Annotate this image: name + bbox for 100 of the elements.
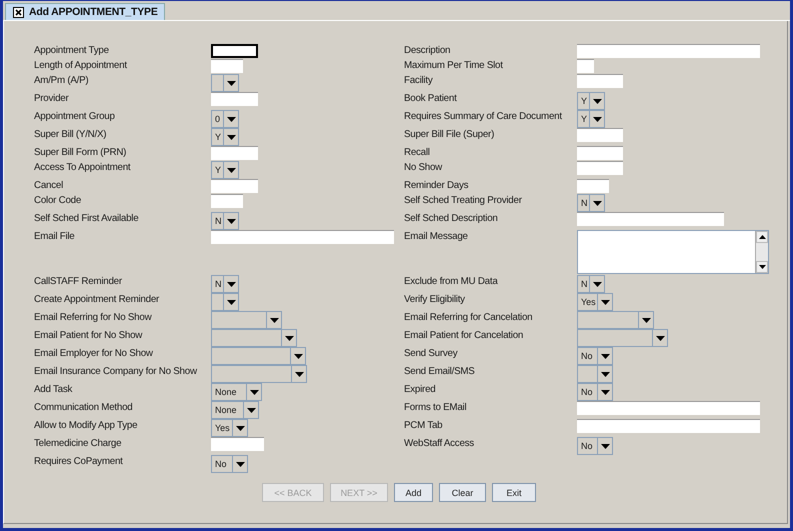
text-field[interactable] [577, 419, 760, 433]
dropdown[interactable]: N [211, 275, 239, 293]
field-label: Appointment Group [34, 110, 115, 123]
dropdown[interactable]: Y [577, 110, 605, 128]
caret-icon[interactable] [226, 282, 236, 286]
dropdown[interactable]: No [577, 383, 613, 401]
caret-icon[interactable] [600, 300, 610, 304]
field-label: Communication Method [34, 401, 132, 414]
field-label: WebStaff Access [404, 437, 474, 450]
text-field[interactable] [211, 437, 264, 451]
close-icon[interactable] [13, 6, 24, 18]
text-field[interactable] [211, 230, 394, 244]
caret-icon[interactable] [270, 318, 278, 322]
field-label: Email Patient for No Show [34, 329, 142, 342]
caret-icon[interactable] [642, 318, 650, 322]
caret-icon[interactable] [600, 372, 610, 376]
dropdown[interactable]: No [577, 347, 613, 365]
field-label: Email Referring for Cancelation [404, 311, 532, 324]
dropdown[interactable]: N [577, 275, 605, 293]
action-button[interactable]: Add [394, 483, 433, 502]
caret-icon[interactable] [592, 282, 602, 286]
caret-icon[interactable] [284, 336, 294, 340]
caret-icon[interactable] [600, 444, 610, 448]
dropdown[interactable] [211, 293, 239, 311]
text-field[interactable] [211, 146, 258, 160]
field-label: Send Survey [404, 347, 458, 360]
dropdown[interactable]: No [577, 437, 613, 455]
text-field[interactable] [577, 146, 623, 160]
field-label: Reminder Days [404, 179, 468, 192]
text-field[interactable] [577, 161, 623, 175]
caret-icon[interactable] [226, 168, 236, 172]
dropdown[interactable]: Y [211, 161, 239, 179]
text-field[interactable] [577, 212, 724, 226]
field-label: Verify Eligibility [404, 293, 465, 306]
caret-icon[interactable] [600, 354, 610, 358]
field-label: Maximum Per Time Slot [404, 59, 503, 72]
dropdown[interactable]: Y [577, 92, 605, 110]
field-label: Expired [404, 383, 436, 396]
scroll-up-icon[interactable] [758, 235, 766, 239]
caret-icon[interactable] [236, 426, 244, 430]
action-button[interactable]: Exit [492, 483, 536, 502]
caret-icon[interactable] [236, 462, 244, 466]
text-field[interactable] [577, 59, 594, 73]
caret-icon[interactable] [226, 116, 236, 122]
field-label: Forms to EMail [404, 401, 466, 414]
caret-icon[interactable] [226, 80, 236, 86]
field-label: Email Insurance Company for No Show [34, 365, 197, 378]
dropdown[interactable]: 0 [211, 110, 239, 128]
scrollbar[interactable] [755, 231, 768, 273]
window-tab[interactable]: Add APPOINTMENT_TYPE [5, 3, 165, 20]
caret-icon[interactable] [294, 354, 302, 358]
dropdown[interactable] [577, 365, 613, 383]
field-label: Email File [34, 230, 75, 243]
field-label: Self Sched First Available [34, 212, 138, 225]
text-field[interactable] [577, 401, 760, 415]
dropdown[interactable] [211, 74, 239, 92]
dropdown[interactable]: Yes [577, 293, 613, 311]
field-label: Appointment Type [34, 44, 109, 57]
field-label: Super Bill Form (PRN) [34, 146, 126, 159]
dropdown[interactable]: N [211, 212, 239, 230]
scroll-down-icon[interactable] [758, 265, 766, 269]
field-label: Access To Appointment [34, 161, 130, 174]
text-field[interactable] [211, 44, 258, 58]
field-label: CallSTAFF Reminder [34, 275, 122, 288]
caret-icon[interactable] [226, 300, 236, 304]
text-field[interactable] [577, 179, 609, 193]
text-field[interactable] [211, 179, 258, 193]
text-field[interactable] [211, 92, 258, 106]
caret-icon[interactable] [226, 218, 236, 224]
caret-icon[interactable] [294, 372, 304, 376]
field-label: Email Referring for No Show [34, 311, 152, 324]
field-label: Super Bill File (Super) [404, 128, 494, 141]
dropdown[interactable]: No [211, 455, 248, 473]
caret-icon[interactable] [246, 408, 256, 412]
text-field[interactable] [577, 44, 760, 58]
field-label: Email Employer for No Show [34, 347, 153, 360]
text-field[interactable] [577, 128, 623, 142]
field-label: Description [404, 44, 450, 57]
field-label: Create Appointment Reminder [34, 293, 160, 306]
field-label: Book Patient [404, 92, 457, 105]
field-label: No Show [404, 161, 442, 174]
caret-icon[interactable] [600, 390, 610, 394]
text-field[interactable] [211, 59, 243, 73]
action-button[interactable]: Clear [439, 483, 486, 502]
field-label: Color Code [34, 194, 82, 207]
dropdown[interactable]: None [211, 383, 262, 401]
caret-icon[interactable] [250, 390, 258, 394]
caret-icon[interactable] [592, 116, 602, 122]
caret-icon[interactable] [592, 200, 602, 206]
field-label: Super Bill (Y/N/X) [34, 128, 106, 141]
caret-icon[interactable] [656, 336, 664, 340]
dropdown[interactable]: Y [211, 128, 239, 146]
dropdown[interactable]: N [577, 194, 605, 212]
text-field[interactable] [211, 194, 243, 208]
caret-icon[interactable] [592, 98, 602, 104]
caret-icon[interactable] [226, 134, 236, 140]
field-label: Cancel [34, 179, 63, 192]
dropdown[interactable]: Yes [211, 419, 248, 437]
text-field[interactable] [577, 74, 623, 88]
dropdown[interactable]: None [211, 401, 259, 419]
